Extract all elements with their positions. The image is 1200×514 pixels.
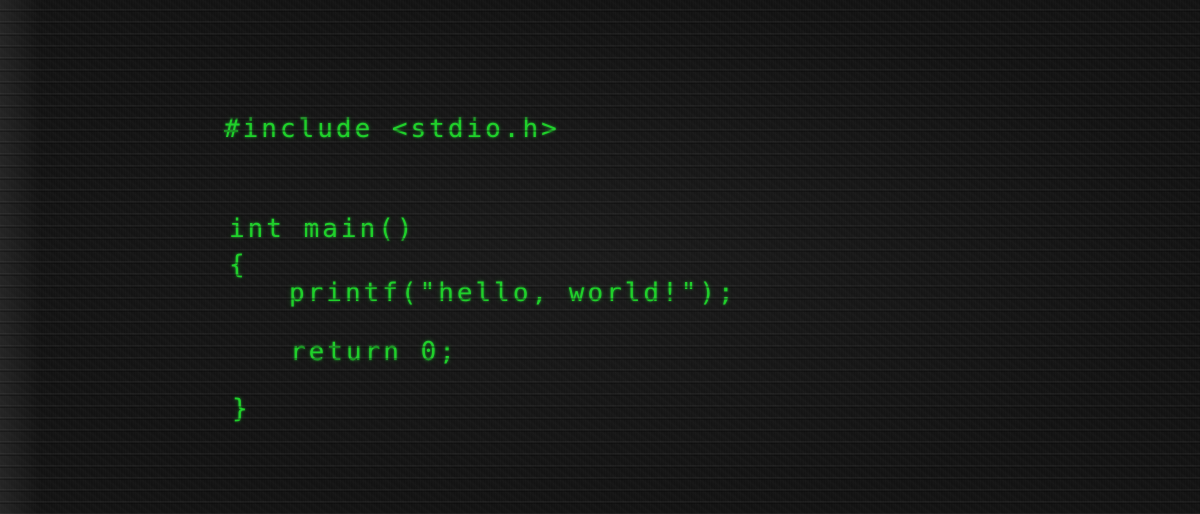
code-line-printf: printf("hello, world!"); [289, 278, 737, 308]
code-block: #include <stdio.h> int main() { printf("… [0, 0, 1200, 514]
crt-screen: #include <stdio.h> int main() { printf("… [0, 0, 1200, 514]
code-line-main-signature: int main() [229, 214, 416, 244]
code-line-close-brace: } [232, 394, 251, 424]
code-line-include: #include <stdio.h> [224, 114, 560, 144]
code-line-return: return 0; [290, 337, 458, 367]
code-line-open-brace: { [229, 250, 248, 280]
